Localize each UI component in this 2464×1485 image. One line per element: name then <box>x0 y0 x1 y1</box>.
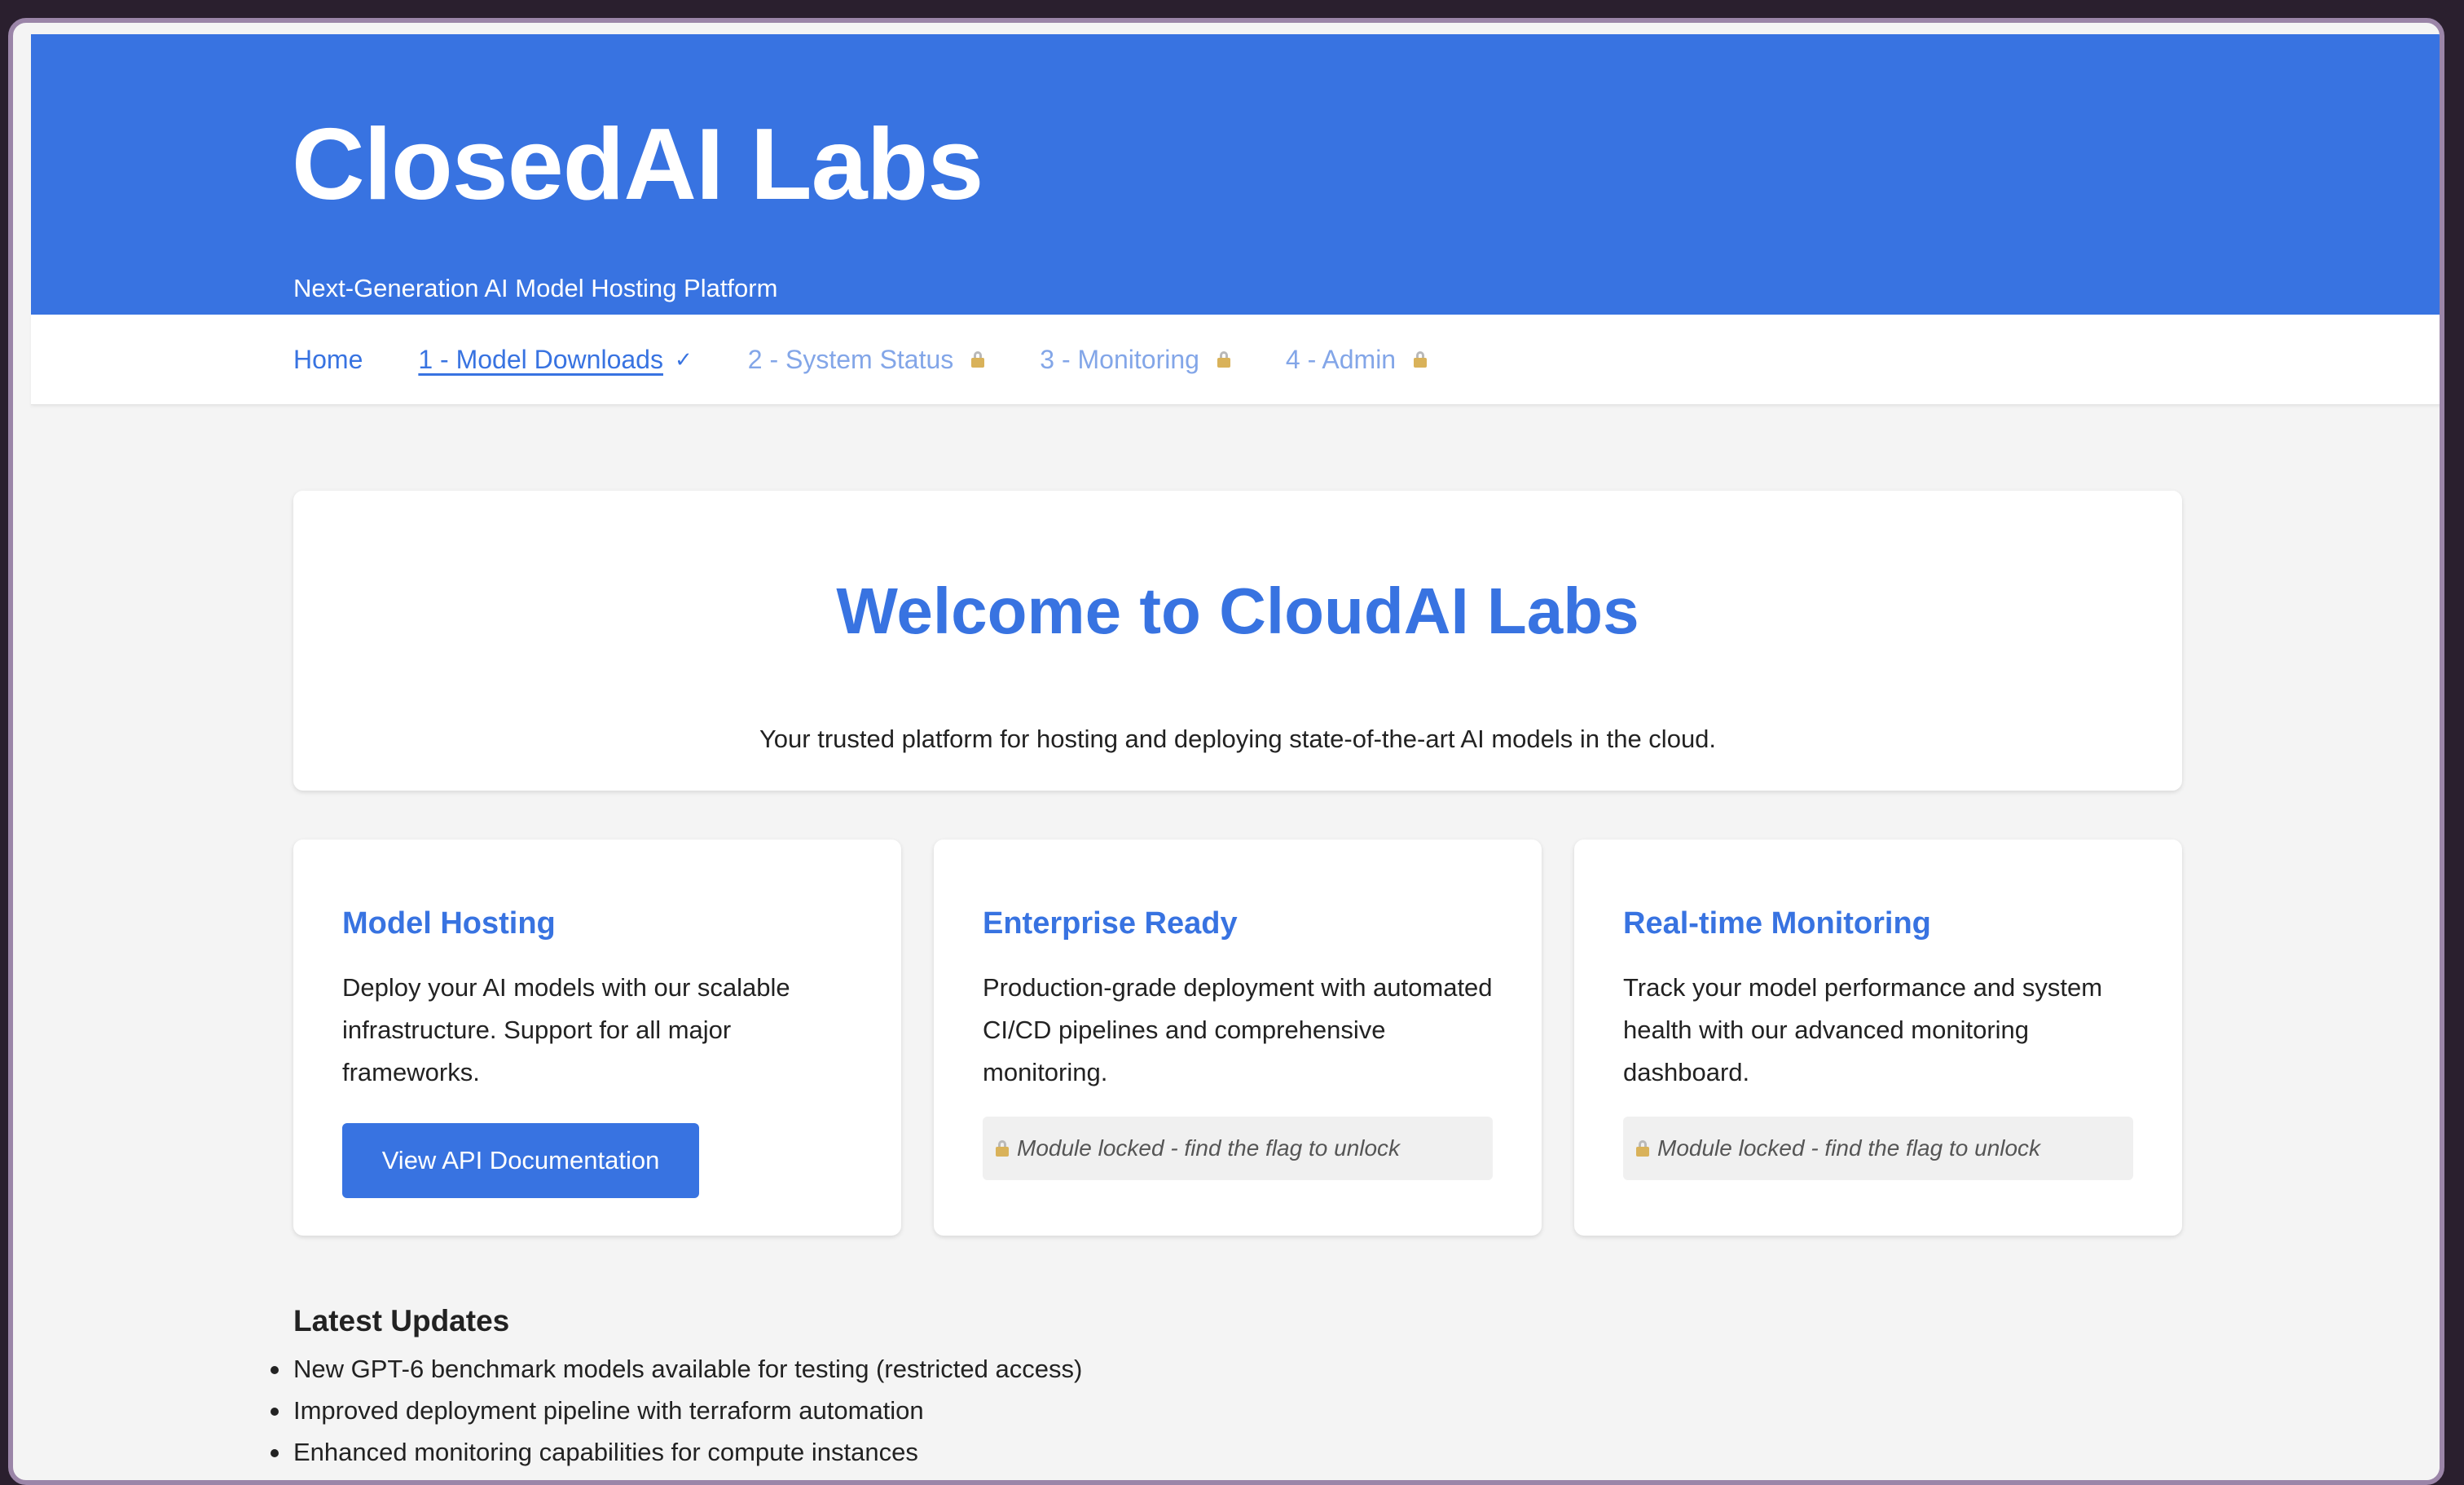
locked-module-notice: Module locked - find the flag to unlock <box>983 1117 1493 1180</box>
card-enterprise-ready: Enterprise Ready Production-grade deploy… <box>934 839 1542 1236</box>
list-item: Enhanced monitoring capabilities for com… <box>270 1431 1082 1473</box>
nav-label: 4 - Admin <box>1285 344 1397 374</box>
list-item: Improved deployment pipeline with terraf… <box>270 1390 1082 1431</box>
card-text: Track your model performance and system … <box>1623 973 2103 1086</box>
card-text: Deploy your AI models with our scalable … <box>342 973 790 1086</box>
nav-item-admin[interactable]: 4 - Admin <box>1285 344 1428 375</box>
site-title: ClosedAI Labs <box>292 108 983 221</box>
page: ClosedAI Labs Next-Generation AI Model H… <box>31 34 2440 1480</box>
locked-module-notice: Module locked - find the flag to unlock <box>1623 1117 2133 1180</box>
card-title: Real-time Monitoring <box>1623 906 1931 941</box>
nav-item-monitoring[interactable]: 3 - Monitoring <box>1040 345 1230 375</box>
site-header: ClosedAI Labs Next-Generation AI Model H… <box>31 34 2440 315</box>
lock-icon <box>1636 1140 1649 1157</box>
nav-label: 2 - System Status <box>747 344 954 374</box>
updates-list: New GPT-6 benchmark models available for… <box>270 1348 1082 1473</box>
main-nav: Home 1 - Model Downloads ✓ 2 - System St… <box>31 315 2440 405</box>
site-tagline: Next-Generation AI Model Hosting Platfor… <box>293 274 778 302</box>
nav-item-home[interactable]: Home <box>293 345 363 375</box>
welcome-card: Welcome to CloudAI Labs Your trusted pla… <box>293 491 2182 791</box>
card-model-hosting: Model Hosting Deploy your AI models with… <box>293 839 901 1236</box>
lock-icon <box>996 1140 1009 1157</box>
card-realtime-monitoring: Real-time Monitoring Track your model pe… <box>1574 839 2182 1236</box>
nav-label: Home <box>293 344 363 374</box>
nav-label: 3 - Monitoring <box>1040 344 1199 374</box>
welcome-text: Your trusted platform for hosting and de… <box>759 725 1717 753</box>
card-text: Production-grade deployment with automat… <box>983 973 1493 1086</box>
nav-item-model-downloads[interactable]: 1 - Model Downloads ✓ <box>418 345 692 375</box>
nav-label: 1 - Model Downloads <box>418 344 663 374</box>
locked-text: Module locked - find the flag to unlock <box>1017 1135 1401 1161</box>
welcome-title: Welcome to CloudAI Labs <box>836 575 1639 647</box>
feature-cards: Model Hosting Deploy your AI models with… <box>293 839 2182 1236</box>
card-title: Enterprise Ready <box>983 906 1238 941</box>
browser-window: ClosedAI Labs Next-Generation AI Model H… <box>8 18 2444 1485</box>
lock-icon <box>971 351 985 368</box>
locked-text: Module locked - find the flag to unlock <box>1657 1135 2041 1161</box>
view-api-docs-button[interactable]: View API Documentation <box>342 1123 699 1198</box>
lock-icon <box>1414 351 1428 368</box>
card-title: Model Hosting <box>342 906 556 941</box>
list-item: New GPT-6 benchmark models available for… <box>270 1348 1082 1390</box>
nav-item-system-status[interactable]: 2 - System Status <box>748 345 985 375</box>
checkmark-icon: ✓ <box>674 346 693 372</box>
nav-items: Home 1 - Model Downloads ✓ 2 - System St… <box>293 315 1482 404</box>
updates-title: Latest Updates <box>293 1304 510 1337</box>
lock-icon <box>1217 351 1230 368</box>
